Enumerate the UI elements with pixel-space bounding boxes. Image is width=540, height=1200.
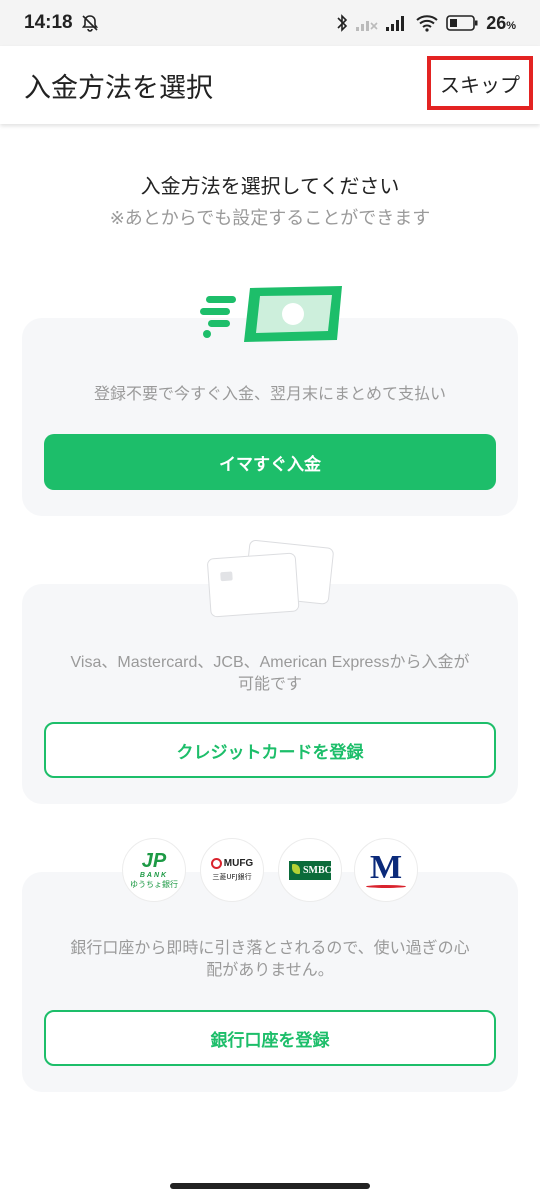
signal-icon bbox=[356, 14, 378, 32]
bank-account-card: 銀行口座から即時に引き落とされるので、使い過ぎの心 配がありません。 銀行口座を… bbox=[22, 872, 518, 1092]
battery-icon bbox=[446, 14, 478, 32]
status-bar: 14:18 26% bbox=[0, 0, 540, 46]
register-credit-card-button[interactable]: クレジットカードを登録 bbox=[44, 722, 496, 778]
mufg-mark-icon bbox=[210, 858, 222, 869]
app-bar: 入金方法を選択 スキップ bbox=[0, 46, 540, 124]
cash-icon bbox=[200, 282, 345, 348]
intro-title: 入金方法を選択してください bbox=[140, 174, 400, 198]
intro-subtitle: ※あとからでも設定することができます bbox=[109, 208, 431, 229]
bank-account-description: 銀行口座から即時に引き落とされるので、使い過ぎの心 配がありません。 bbox=[70, 940, 470, 979]
instant-deposit-button[interactable]: イマすぐ入金 bbox=[44, 434, 496, 490]
credit-card-icon bbox=[203, 538, 338, 622]
page-title: 入金方法を選択 bbox=[24, 73, 213, 104]
mufg-logo: MUFG 三菱UFJ銀行 bbox=[200, 838, 264, 902]
instant-deposit-description: 登録不要で今すぐ入金、翌月末にまとめて支払い bbox=[93, 386, 446, 403]
status-time: 14:18 bbox=[24, 12, 73, 33]
japan-post-bank-logo: JP BANK ゆうちょ銀行 bbox=[122, 838, 186, 902]
register-bank-account-button[interactable]: 銀行口座を登録 bbox=[44, 1010, 496, 1066]
wifi-icon bbox=[416, 14, 438, 32]
smbc-leaf-icon bbox=[292, 863, 300, 874]
smbc-logo: SMBC bbox=[278, 838, 342, 902]
home-indicator[interactable] bbox=[170, 1183, 370, 1189]
muted-bell-icon bbox=[81, 14, 99, 32]
signal-icon bbox=[386, 14, 408, 32]
bluetooth-icon bbox=[336, 13, 348, 33]
mizuho-swoosh-icon bbox=[366, 885, 406, 888]
skip-button[interactable]: スキップ bbox=[427, 56, 533, 110]
mizuho-logo: M bbox=[354, 838, 418, 902]
battery-percent: 26% bbox=[486, 12, 516, 33]
credit-card-description: Visa、Mastercard、JCB、American Expressから入金… bbox=[70, 654, 470, 693]
status-bar-left: 14:18 bbox=[24, 12, 99, 34]
status-bar-right: 26% bbox=[336, 13, 516, 34]
